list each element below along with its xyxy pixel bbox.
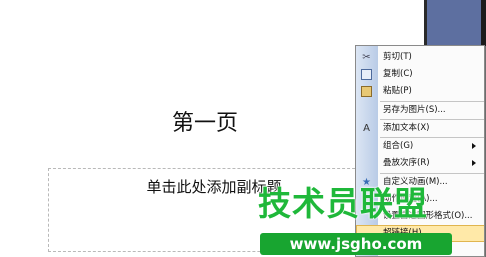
- menu-item-paste[interactable]: 粘贴(P): [356, 83, 484, 100]
- add-text-icon: A: [363, 123, 370, 134]
- menu-item-save-as-picture-label: 另存为图片(S)...: [383, 105, 446, 115]
- menu-item-order-label: 叠放次序(R): [383, 158, 430, 168]
- menu-item-group-label: 组合(G): [383, 141, 414, 151]
- app-side-panel-header: [427, 0, 486, 45]
- menu-item-save-as-picture[interactable]: 另存为图片(S)...: [356, 102, 484, 119]
- menu-item-add-text-label: 添加文本(X): [383, 123, 430, 133]
- menu-item-copy-label: 复制(C): [383, 69, 413, 79]
- watermark-url: www.jsgho.com: [260, 233, 452, 255]
- menu-item-cut[interactable]: ✂ 剪切(T): [356, 49, 484, 66]
- menu-item-copy[interactable]: 复制(C): [356, 66, 484, 83]
- paste-icon: [361, 86, 372, 97]
- scissors-icon: ✂: [362, 52, 371, 63]
- submenu-arrow-icon: [472, 143, 476, 149]
- context-menu: ✂ 剪切(T) 复制(C) 粘贴(P) 另存为图片(S)... A 添加文本(X…: [355, 45, 485, 257]
- menu-item-add-text[interactable]: A 添加文本(X): [356, 120, 484, 137]
- menu-item-paste-label: 粘贴(P): [383, 86, 412, 96]
- submenu-arrow-icon: [472, 160, 476, 166]
- menu-item-order[interactable]: 叠放次序(R): [356, 155, 484, 172]
- slide-title[interactable]: 第一页: [150, 105, 260, 137]
- watermark-logo-text: 技术员联盟: [258, 184, 428, 223]
- menu-item-group[interactable]: 组合(G): [356, 138, 484, 155]
- menu-item-cut-label: 剪切(T): [383, 52, 412, 62]
- copy-icon: [361, 69, 372, 80]
